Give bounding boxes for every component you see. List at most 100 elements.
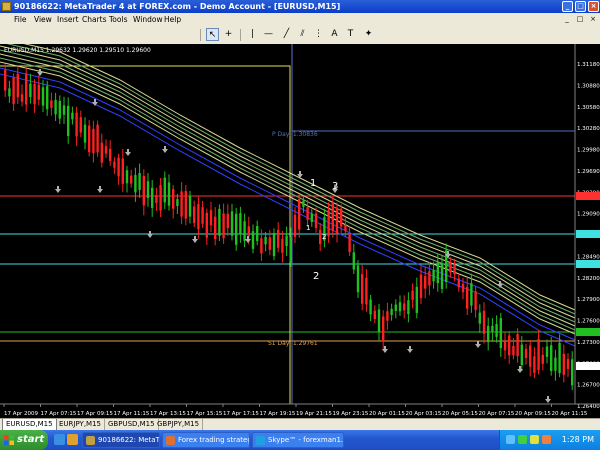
- menu-help[interactable]: Help: [164, 13, 181, 26]
- candle-body: [508, 335, 511, 356]
- maximize-button[interactable]: □: [575, 1, 586, 12]
- candle-body: [306, 207, 309, 220]
- task-skype[interactable]: Skype™ - forexman1...: [252, 432, 344, 448]
- candle-body: [373, 310, 376, 320]
- candle-body: [487, 325, 490, 343]
- ie-quicklaunch-icon[interactable]: [54, 434, 65, 445]
- menu-charts[interactable]: Charts: [82, 13, 107, 26]
- price-chart[interactable]: EURUSD,M15 1.29632 1.29620 1.29510 1.296…: [0, 37, 600, 418]
- candle-body: [428, 271, 431, 286]
- candle-body: [382, 316, 385, 342]
- horizontal-line-icon[interactable]: —: [262, 28, 275, 41]
- candle-body: [466, 286, 469, 309]
- volume-tray-icon[interactable]: [530, 435, 539, 444]
- arrows-icon[interactable]: ✦: [362, 28, 375, 41]
- tab-eurjpy-m15[interactable]: EURJPY,M15: [56, 419, 105, 430]
- candle-body: [344, 225, 347, 232]
- task-metatrader[interactable]: 90186622: MetaTrad...: [82, 432, 160, 448]
- channel-icon[interactable]: ⫽: [296, 28, 309, 41]
- candle-body: [218, 208, 221, 236]
- fibonacci-icon[interactable]: ⋮: [312, 28, 325, 41]
- candle-body: [184, 191, 187, 219]
- mdi-minimize-button[interactable]: _: [562, 14, 572, 24]
- trendline-icon[interactable]: ╱: [280, 28, 293, 41]
- candle-body: [159, 184, 162, 211]
- network-tray-icon[interactable]: [506, 435, 515, 444]
- candle-body: [46, 86, 49, 110]
- mdi-restore-button[interactable]: □: [575, 14, 585, 24]
- menu-window[interactable]: Window: [133, 13, 163, 26]
- chart-canvas[interactable]: EURUSD,M15 1.29632 1.29620 1.29510 1.296…: [0, 37, 600, 418]
- candle-body: [470, 283, 473, 306]
- candle-body: [92, 128, 95, 154]
- candle-body: [361, 274, 364, 304]
- candle-body: [214, 216, 217, 240]
- candle-body: [529, 345, 532, 367]
- candle-body: [130, 175, 133, 184]
- candle-body: [545, 346, 549, 357]
- candle-body: [461, 283, 465, 293]
- menu-tools[interactable]: Tools: [109, 13, 127, 26]
- time-tick-label: 19 Apr 21:15: [296, 411, 332, 417]
- time-tick-label: 20 Apr 09:15: [515, 411, 551, 417]
- start-button[interactable]: start: [0, 430, 48, 450]
- tab-gbpusd-m15[interactable]: GBPUSD,M15: [105, 419, 159, 430]
- label-icon[interactable]: T: [344, 28, 357, 41]
- candle-body: [67, 105, 70, 136]
- candle-body: [235, 213, 238, 245]
- candle-body: [436, 262, 439, 284]
- minimize-button[interactable]: _: [562, 1, 573, 12]
- candle-body: [188, 195, 192, 217]
- candle-body: [310, 213, 313, 222]
- time-tick-label: 19 Apr 23:15: [333, 411, 369, 417]
- candle-body: [419, 274, 423, 299]
- pivot-day-label: P Day: 1.30836: [272, 131, 318, 138]
- candle-body: [449, 262, 452, 273]
- candle-body: [478, 312, 481, 324]
- security-tray-icon[interactable]: [542, 435, 551, 444]
- price-tick-label: 1.27300: [577, 340, 600, 346]
- candle-body: [79, 117, 82, 133]
- text-icon[interactable]: A: [328, 28, 341, 41]
- close-button[interactable]: ×: [588, 1, 599, 12]
- folder-quicklaunch-icon[interactable]: [67, 434, 78, 445]
- candle-body: [566, 358, 570, 369]
- candle-body: [277, 229, 280, 248]
- candle-body: [293, 214, 297, 237]
- price-tick-label: 1.28200: [577, 276, 600, 282]
- candle-body: [247, 226, 250, 236]
- price-tick-label: 1.26700: [577, 383, 600, 389]
- tab-gbpjpy-m15[interactable]: GBPJPY,M15: [154, 419, 204, 430]
- crosshair-icon[interactable]: +: [222, 28, 235, 41]
- candle-body: [289, 237, 292, 263]
- task-label: 90186622: MetaTrad...: [98, 436, 159, 444]
- candle-body: [83, 124, 87, 143]
- candle-body: [260, 238, 263, 254]
- menu-insert[interactable]: Insert: [57, 13, 79, 26]
- time-tick-label: 20 Apr 05:15: [442, 411, 478, 417]
- time-tick-label: 17 Apr 13:15: [150, 411, 186, 417]
- price-tick-label: 1.27900: [577, 297, 600, 303]
- vertical-line-icon[interactable]: |: [246, 28, 259, 41]
- mdi-close-button[interactable]: ×: [588, 14, 598, 24]
- skype-tray-icon[interactable]: [518, 435, 527, 444]
- wave-label: 2: [322, 233, 326, 241]
- time-tick-label: 20 Apr 01:15: [369, 411, 405, 417]
- cursor-icon[interactable]: ↖: [206, 28, 219, 41]
- candle-body: [298, 199, 301, 230]
- windows-taskbar: start 90186622: MetaTrad... Forex tradin…: [0, 430, 600, 450]
- price-tick-label: 1.30880: [577, 83, 600, 89]
- task-firefox[interactable]: Forex trading strateg...: [162, 432, 250, 448]
- candle-body: [537, 338, 540, 371]
- candle-body: [251, 231, 255, 249]
- price-badge: [576, 260, 600, 268]
- time-tick-label: 17 Apr 15:15: [187, 411, 223, 417]
- candle-body: [62, 105, 66, 115]
- menu-file[interactable]: File: [14, 13, 27, 26]
- skype-task-icon: [256, 436, 265, 445]
- candle-body: [71, 112, 74, 120]
- menu-view[interactable]: View: [34, 13, 52, 26]
- candle-body: [16, 73, 19, 98]
- candle-body: [407, 300, 410, 315]
- candle-body: [285, 235, 288, 247]
